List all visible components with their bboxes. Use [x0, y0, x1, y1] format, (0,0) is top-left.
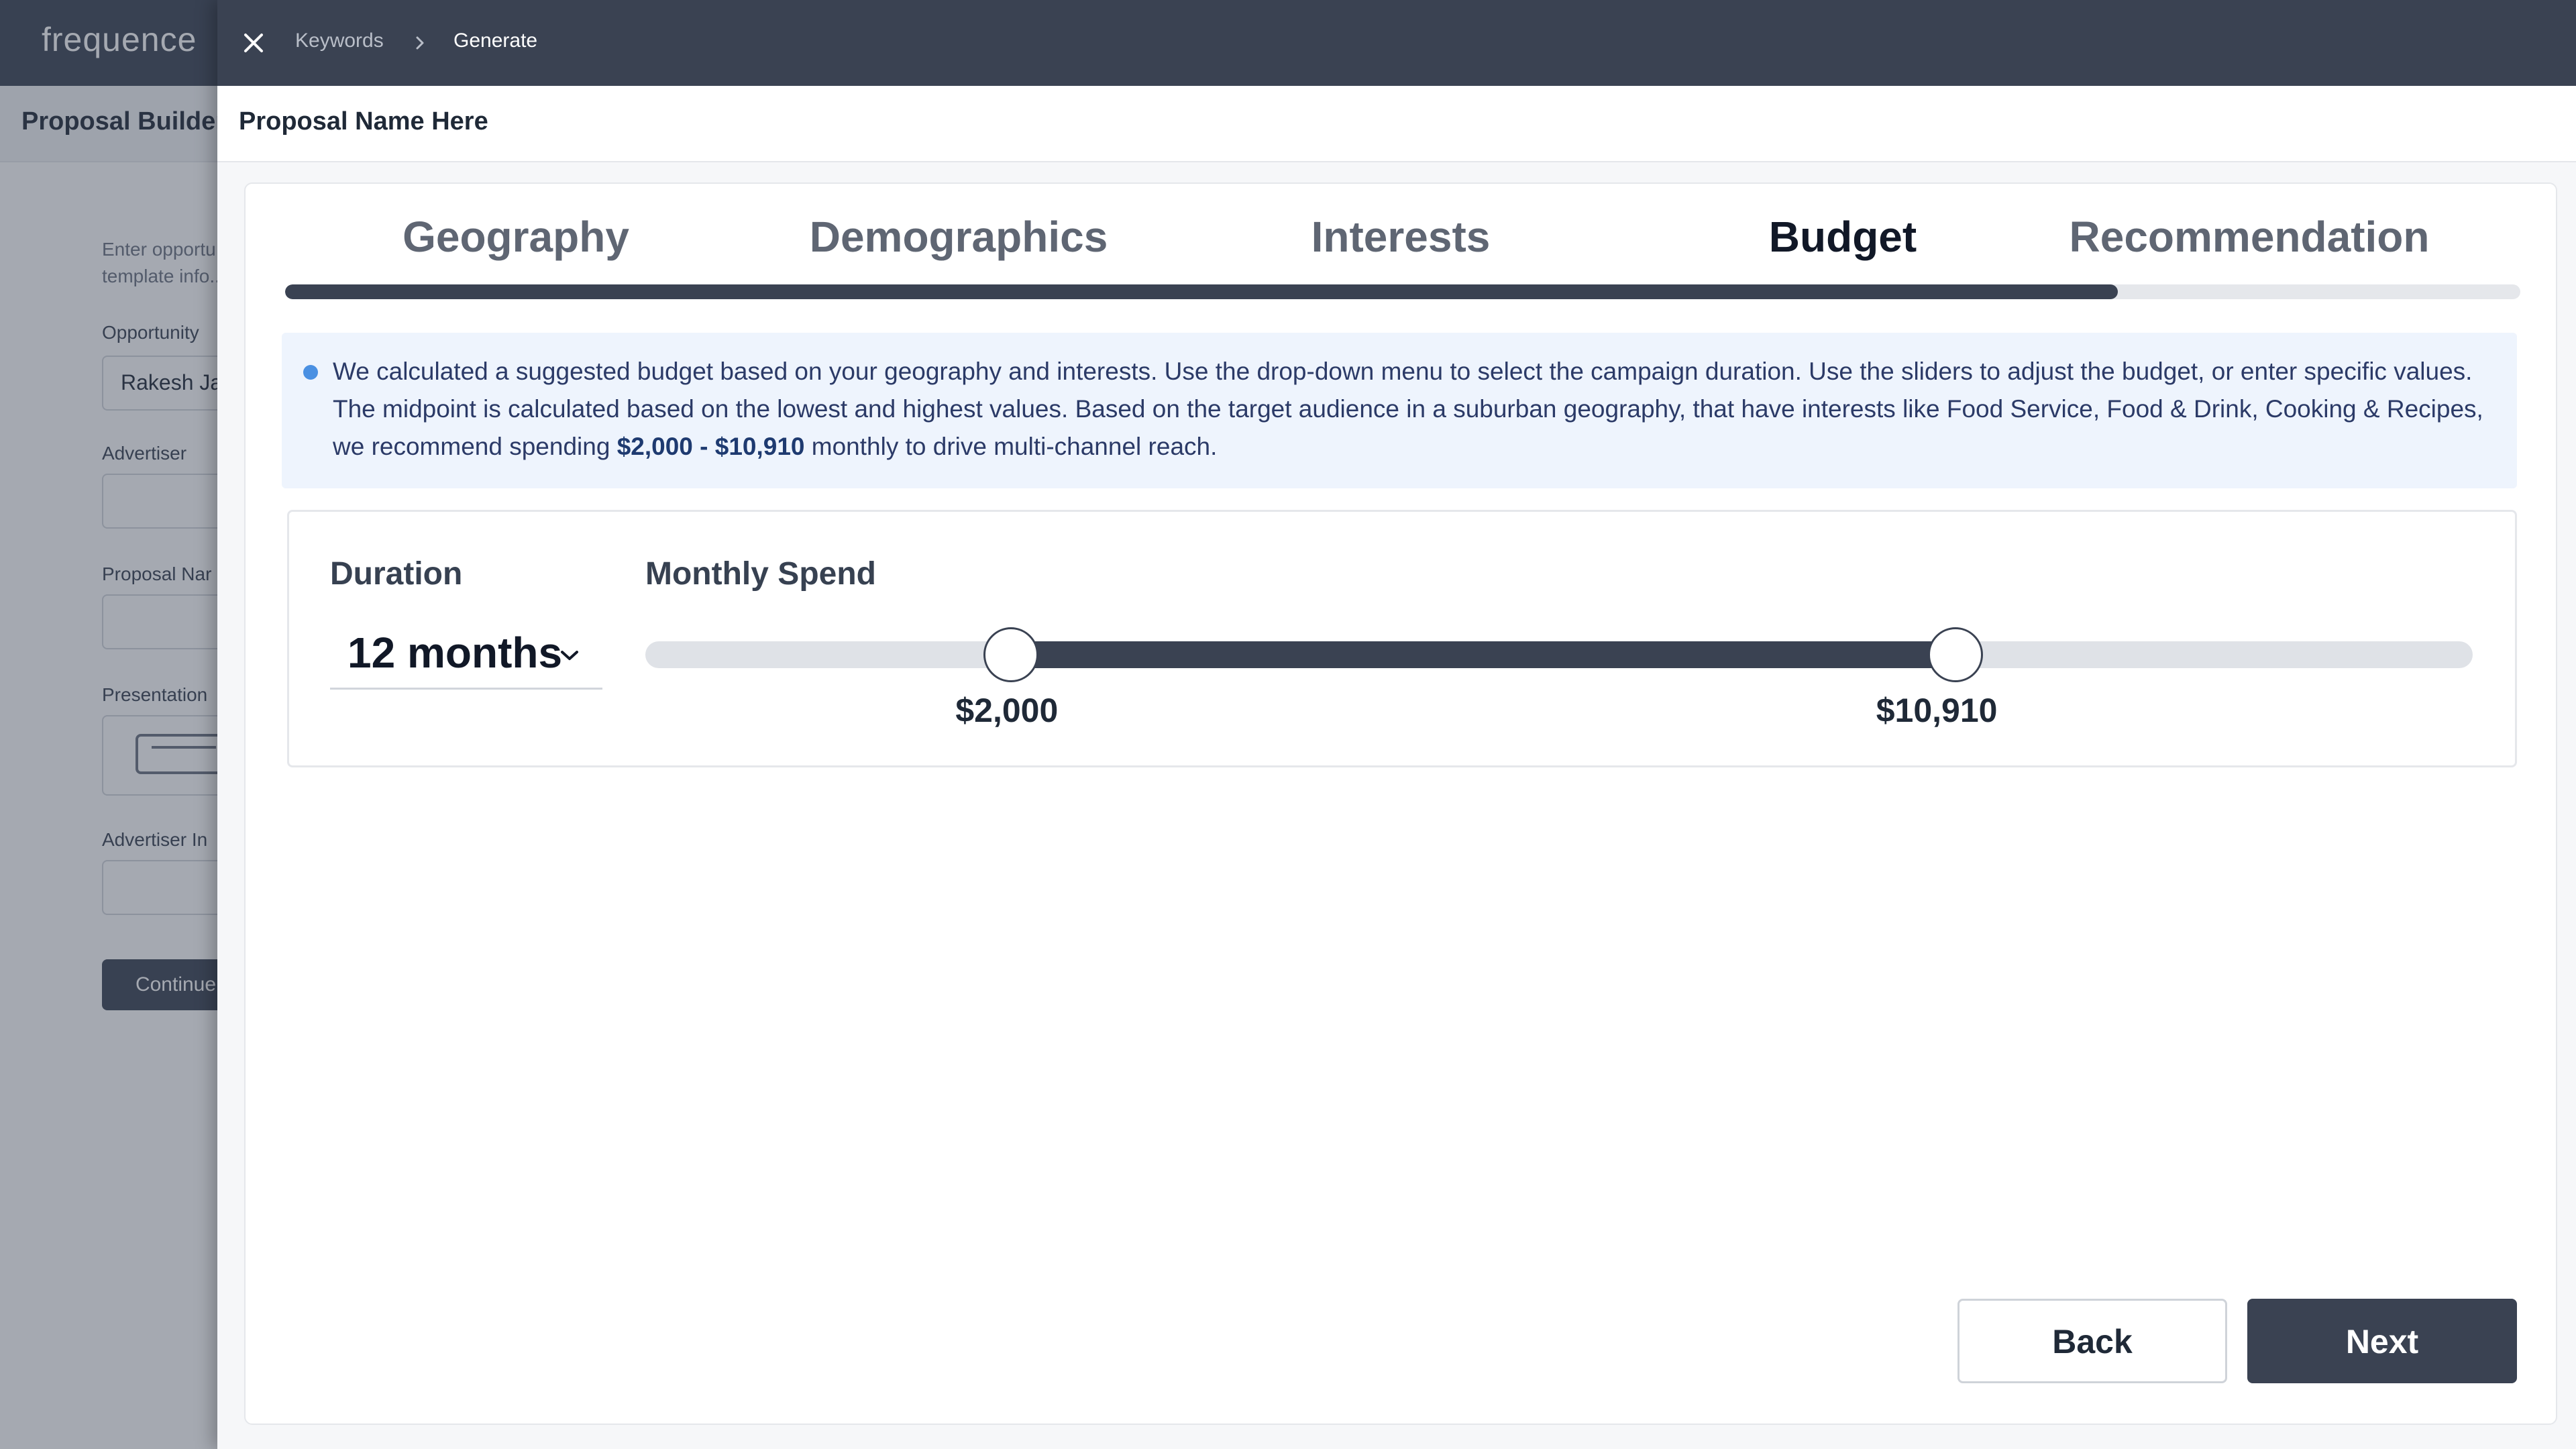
slider-handle-low[interactable] [983, 627, 1038, 682]
step-recommendation[interactable]: Recommendation [2070, 212, 2430, 262]
budget-info-text: We calculated a suggested budget based o… [333, 353, 2500, 466]
duration-label: Duration [330, 556, 463, 592]
back-button[interactable]: Back [1957, 1299, 2227, 1383]
chevron-right-icon [416, 36, 424, 50]
info-dot-icon [303, 365, 318, 380]
step-interests[interactable]: Interests [1311, 212, 1491, 262]
monthly-spend-label: Monthly Spend [645, 556, 876, 592]
next-button[interactable]: Next [2247, 1299, 2517, 1383]
duration-select[interactable]: 12 months [330, 617, 602, 690]
modal-title-bar [217, 86, 2576, 162]
step-progress-fill [285, 284, 2118, 299]
chevron-down-icon [561, 651, 578, 660]
slider-high-value: $10,910 [1876, 692, 1998, 729]
step-geography[interactable]: Geography [402, 212, 629, 262]
close-icon[interactable] [236, 25, 271, 60]
monthly-spend-slider-range [1010, 641, 1956, 668]
modal-top-bar: Keywords Generate [217, 0, 2576, 86]
duration-value: 12 months [347, 629, 563, 677]
breadcrumb-keywords[interactable]: Keywords [295, 30, 384, 52]
info-text-outro: monthly to drive multi-channel reach. [804, 433, 1218, 460]
slider-handle-high[interactable] [1928, 627, 1984, 682]
budget-controls-box [287, 510, 2517, 767]
step-demographics[interactable]: Demographics [810, 212, 1108, 262]
step-progress-bar [285, 284, 2520, 299]
info-text-range: $2,000 - $10,910 [616, 433, 805, 460]
slider-low-value: $2,000 [955, 692, 1059, 729]
breadcrumb-generate: Generate [453, 30, 538, 52]
proposal-name: Proposal Name Here [239, 107, 488, 136]
step-budget[interactable]: Budget [1769, 212, 1917, 262]
